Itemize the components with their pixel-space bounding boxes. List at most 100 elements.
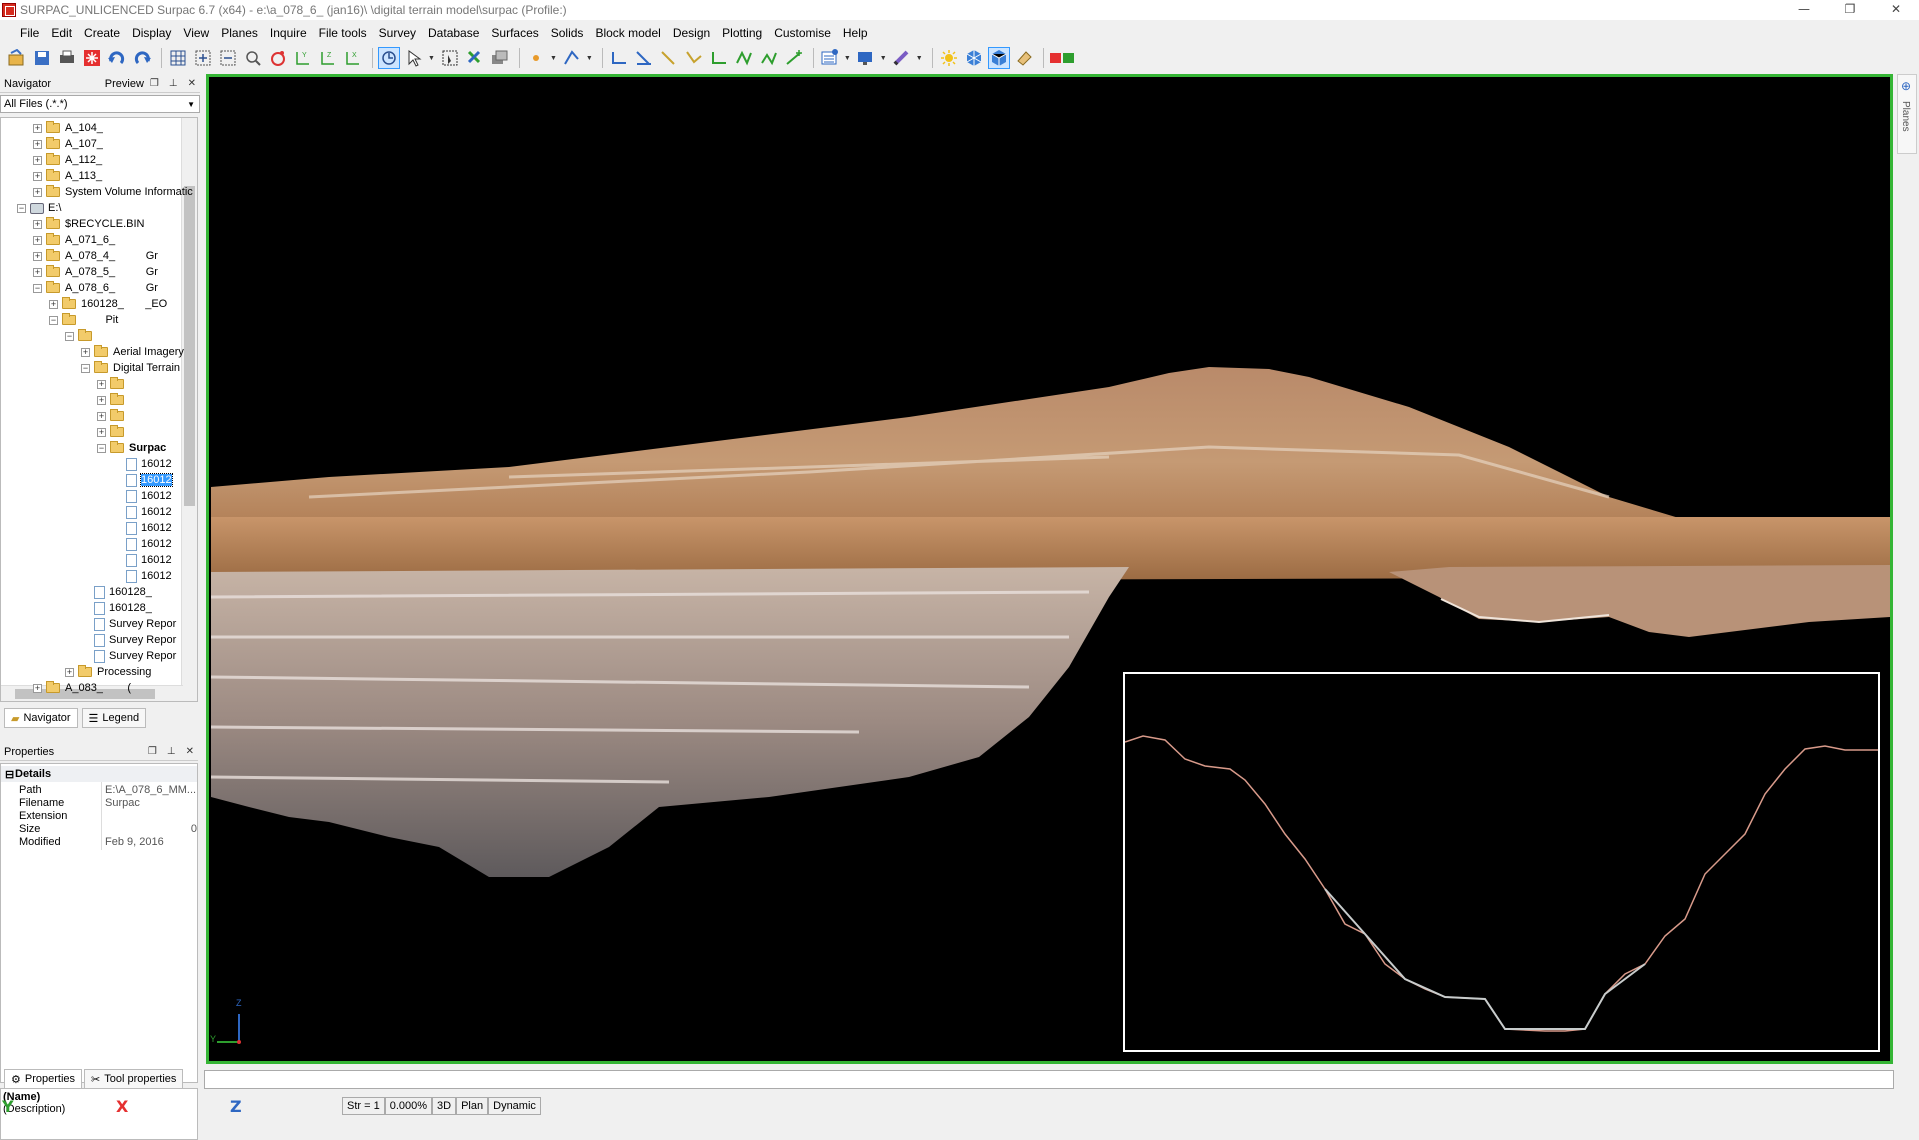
minimize-button[interactable]: —	[1781, 0, 1827, 20]
tree-item[interactable]: + $RECYCLE.BIN	[33, 216, 144, 232]
expand-icon[interactable]: +	[33, 267, 42, 277]
expand-icon[interactable]: +	[33, 219, 42, 229]
segment-tool-6-icon[interactable]	[733, 47, 755, 69]
view-xy-icon[interactable]: Y	[292, 47, 314, 69]
file-tree[interactable]: + A_104_ + A_107_ + A_112_ + A_113_ + System Volu…	[0, 117, 198, 702]
tree-item[interactable]: Survey Repor	[81, 616, 176, 632]
collapse-icon[interactable]: −	[65, 331, 74, 341]
save-icon[interactable]	[31, 47, 53, 69]
open-file-icon[interactable]	[6, 47, 28, 69]
tree-item[interactable]: + A_078_4_ Gr	[33, 248, 158, 264]
segment-tool-5-icon[interactable]	[708, 47, 730, 69]
tree-item[interactable]: +	[97, 392, 129, 408]
collapse-icon[interactable]: ⊟	[1, 768, 15, 781]
segment-tool-3-icon[interactable]	[658, 47, 680, 69]
zoom-window-icon[interactable]	[242, 47, 264, 69]
expand-icon[interactable]: +	[33, 251, 42, 261]
tree-item[interactable]: +	[97, 424, 129, 440]
tree-item[interactable]: + A_071_6_	[33, 232, 115, 248]
menu-display[interactable]: Display	[126, 23, 177, 43]
tree-item[interactable]: + A_107_	[33, 136, 103, 152]
tree-item[interactable]: 160128_	[81, 584, 152, 600]
menu-edit[interactable]: Edit	[45, 23, 78, 43]
reset-graphics-icon[interactable]	[81, 47, 103, 69]
menu-solids[interactable]: Solids	[545, 23, 590, 43]
collapse-icon[interactable]: −	[33, 283, 42, 293]
close-icon[interactable]: ✕	[188, 78, 196, 89]
segment-tool-4-icon[interactable]	[683, 47, 705, 69]
zoom-out-icon[interactable]	[217, 47, 239, 69]
segment-tool-7-icon[interactable]	[758, 47, 780, 69]
tree-item[interactable]: Survey Repor	[81, 648, 176, 664]
command-input[interactable]	[204, 1070, 1894, 1089]
undo-icon[interactable]	[106, 47, 128, 69]
expand-icon[interactable]: +	[97, 411, 106, 421]
close-window-button[interactable]: ✕	[1873, 0, 1919, 20]
chevron-down-icon[interactable]: ▼	[428, 55, 435, 62]
collapse-icon[interactable]: −	[49, 315, 58, 325]
select-box-icon[interactable]	[439, 47, 461, 69]
menu-surfaces[interactable]: Surfaces	[485, 23, 544, 43]
tab-properties[interactable]: ⚙ Properties	[4, 1069, 83, 1089]
tree-item[interactable]: − A_078_6_ Gr	[33, 280, 158, 296]
file-filter-select[interactable]: All Files (.*.*) ▼	[0, 95, 200, 113]
plan-mode-button[interactable]: Plan	[456, 1097, 489, 1115]
chevron-down-icon[interactable]: ▼	[187, 100, 195, 109]
tree-item[interactable]: + A_113_	[33, 168, 102, 184]
print-icon[interactable]	[56, 47, 78, 69]
tree-item[interactable]: + A_112_	[33, 152, 102, 168]
layers-icon[interactable]	[489, 47, 511, 69]
expand-icon[interactable]: +	[97, 395, 106, 405]
tree-item[interactable]: −	[65, 328, 97, 344]
zoom-in-icon[interactable]	[192, 47, 214, 69]
menu-survey[interactable]: Survey	[373, 23, 422, 43]
planes-side-tab[interactable]: ⊕ Planes	[1897, 74, 1917, 154]
dynamic-mode-button[interactable]: Dynamic	[488, 1097, 541, 1115]
menu-plotting[interactable]: Plotting	[716, 23, 768, 43]
tree-item[interactable]: +	[97, 408, 129, 424]
expand-icon[interactable]: +	[33, 139, 42, 149]
string-number-box[interactable]: Str = 1	[342, 1097, 385, 1115]
menu-view[interactable]: View	[177, 23, 215, 43]
expand-icon[interactable]: +	[33, 155, 42, 165]
point-icon[interactable]	[525, 47, 547, 69]
menu-inquire[interactable]: Inquire	[264, 23, 313, 43]
graphics-viewport[interactable]: Z Y	[206, 74, 1893, 1064]
menu-design[interactable]: Design	[667, 23, 716, 43]
chevron-down-icon[interactable]: ▼	[916, 55, 923, 62]
expand-icon[interactable]: +	[33, 123, 42, 133]
close-icon[interactable]: ✕	[186, 746, 194, 757]
details-section[interactable]: ⊟ Details	[1, 766, 197, 782]
chevron-down-icon[interactable]: ▼	[880, 55, 887, 62]
section-profile-inset[interactable]	[1123, 672, 1880, 1052]
select-arrow-icon[interactable]	[403, 47, 425, 69]
record-macro-icon[interactable]	[1049, 47, 1075, 69]
digitise-icon[interactable]	[561, 47, 583, 69]
collapse-icon[interactable]: −	[17, 203, 26, 213]
expand-icon[interactable]: +	[49, 299, 58, 309]
float-icon[interactable]: ❐	[148, 746, 157, 757]
scrollbar-thumb[interactable]	[184, 186, 195, 506]
menu-help[interactable]: Help	[837, 23, 874, 43]
tree-item[interactable]: +160128_ _EO	[49, 296, 167, 312]
3d-mode-button[interactable]: 3D	[432, 1097, 457, 1115]
expand-icon[interactable]: +	[33, 235, 42, 245]
rotate-icon[interactable]	[267, 47, 289, 69]
pin-icon[interactable]: ⊥	[167, 746, 176, 757]
preview-label[interactable]: Preview	[105, 78, 144, 90]
lighting-icon[interactable]	[938, 47, 960, 69]
tree-item[interactable]: 16012	[113, 456, 172, 472]
add-point-icon[interactable]	[783, 47, 805, 69]
segment-tool-1-icon[interactable]	[608, 47, 630, 69]
tree-item[interactable]: − E:\	[17, 200, 61, 216]
display-settings-icon[interactable]	[855, 47, 877, 69]
redo-icon[interactable]	[131, 47, 153, 69]
tree-item[interactable]: 16012	[113, 568, 172, 584]
tree-item[interactable]: 16012	[113, 520, 172, 536]
tree-item[interactable]: 16012	[113, 488, 172, 504]
tree-item[interactable]: − Digital Terrain	[81, 360, 180, 376]
tree-item[interactable]: − Pit	[49, 312, 118, 328]
chevron-down-icon[interactable]: ▼	[586, 55, 593, 62]
property-row[interactable]: Modified Feb 9, 2016	[1, 834, 197, 850]
float-icon[interactable]: ❐	[150, 78, 159, 89]
